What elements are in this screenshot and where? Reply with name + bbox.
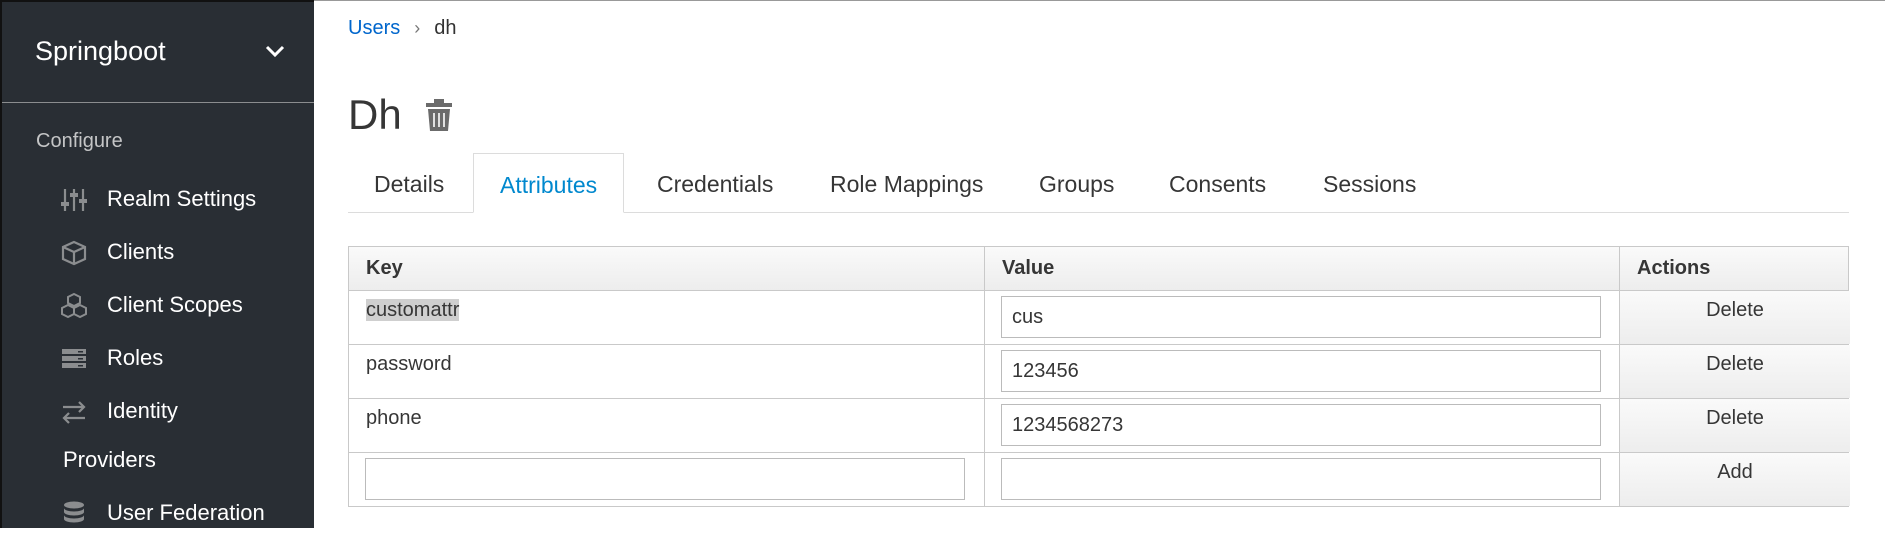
server-icon [62,349,86,368]
key-cell: phone [349,399,985,452]
sidebar-item-clients[interactable]: Clients [2,239,314,287]
delete-button[interactable]: Delete [1620,291,1850,344]
column-header-key: Key [349,247,985,290]
tab-credentials[interactable]: Credentials [657,153,773,212]
sidebar-item-roles[interactable]: Roles [2,345,314,393]
tab-consents[interactable]: Consents [1169,153,1266,212]
breadcrumb-users-link[interactable]: Users [348,17,400,39]
sidebar-item-label: User Federation [107,500,265,525]
attribute-key: phone [366,407,422,429]
sliders-icon [61,189,87,211]
sidebar-item-user-federation[interactable]: User Federation [2,500,314,548]
delete-button[interactable]: Delete [1620,399,1850,452]
breadcrumb: Users › dh [348,17,456,40]
chevron-down-icon[interactable] [264,42,286,60]
key-cell: customattr [349,291,985,344]
attributes-table: Key Value Actions customattr Delete pass… [348,246,1850,507]
tab-details[interactable]: Details [374,153,444,212]
delete-button[interactable]: Delete [1620,345,1850,398]
tab-bar: Details Attributes Credentials Role Mapp… [348,153,1849,213]
sidebar-item-realm-settings[interactable]: Realm Settings [2,186,314,234]
tab-sessions[interactable]: Sessions [1323,153,1416,212]
column-header-value: Value [985,247,1620,290]
cubes-icon [61,292,87,319]
new-value-input[interactable] [1001,458,1601,500]
new-key-input[interactable] [365,458,965,500]
table-row: password Delete [349,345,1850,399]
attribute-value-input[interactable] [1001,296,1601,338]
main-content: Users › dh Dh Details Attributes Credentia… [314,0,1885,528]
sidebar-item-client-scopes[interactable]: Client Scopes [2,292,314,340]
value-cell [985,291,1620,344]
sidebar-item-identity-providers[interactable]: Identity Providers [2,398,314,478]
attribute-key: password [366,353,452,375]
page-title: Dh [348,91,402,138]
realm-name: Springboot [35,36,166,66]
attribute-value-input[interactable] [1001,350,1601,392]
sidebar-item-label: Client Scopes [107,292,243,317]
attribute-key: customattr [366,299,460,321]
value-cell [985,453,1620,506]
key-cell [349,453,985,506]
realm-selector[interactable]: Springboot [2,2,314,103]
table-row: customattr Delete [349,291,1850,345]
database-icon [64,501,84,523]
sidebar-item-label: Clients [107,239,175,264]
sidebar: Springboot Configure Realm Settings Clie… [0,0,314,528]
section-label-configure: Configure [36,130,123,152]
sidebar-item-label: Realm Settings [107,186,257,211]
column-header-actions: Actions [1637,257,1711,279]
table-row: phone Delete [349,399,1850,453]
tab-role-mappings[interactable]: Role Mappings [830,153,983,212]
value-cell [985,399,1620,452]
value-cell [985,345,1620,398]
breadcrumb-current: dh [434,17,457,39]
add-button[interactable]: Add [1620,453,1850,506]
cube-icon [61,240,87,266]
sidebar-item-label-cont: Providers [63,447,156,472]
table-header: Key Value Actions [349,247,1848,291]
tab-attributes[interactable]: Attributes [473,153,625,213]
attribute-value-input[interactable] [1001,404,1601,446]
tab-groups[interactable]: Groups [1039,153,1114,212]
sidebar-item-label: Identity [107,398,178,423]
exchange-icon [62,401,86,424]
sidebar-item-label: Roles [107,345,164,370]
table-row-new: Add [349,453,1850,506]
trash-icon[interactable] [424,98,454,132]
breadcrumb-separator: › [414,18,421,38]
key-cell: password [349,345,985,398]
